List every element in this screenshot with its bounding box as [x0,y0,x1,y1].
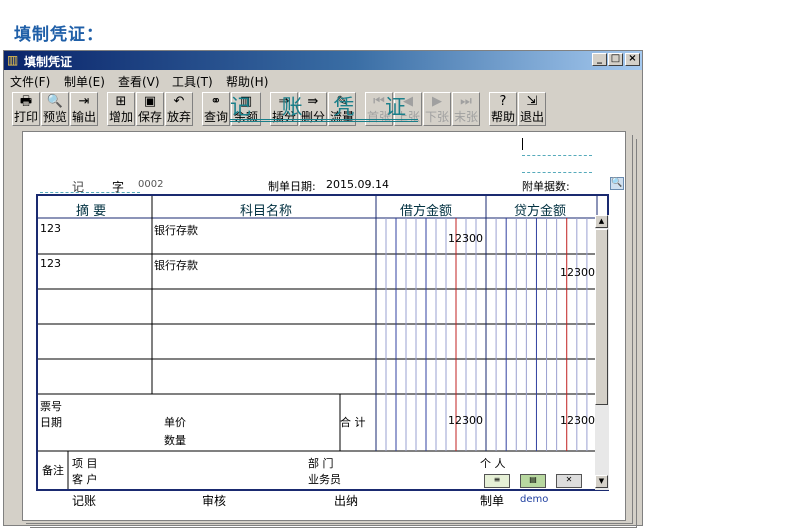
toolbar-label: 放弃 [166,110,191,124]
exit-icon: ⇲ [526,94,538,109]
dept-label: 部 门 [308,457,334,470]
menu-tools[interactable]: 工具(T) [172,73,213,90]
top-right-dashed-line-2 [522,172,592,173]
scroll-down-arrow-icon[interactable]: ▼ [595,475,608,488]
binoculars-icon: ⚭ [210,94,222,109]
toolbar-export-button[interactable]: ⇥ 输出 [70,92,98,126]
total-debit: 12300 [448,414,483,427]
cashier-label: 出纳 [334,494,359,508]
toolbar-label: 保存 [137,110,162,124]
col-debit-header: 借方金额 [400,204,453,219]
maker-label: 制单 [480,494,505,508]
toolbar-next-button[interactable]: ▶ 下张 [423,92,451,126]
minimize-button[interactable]: _ [592,53,607,66]
menu-help[interactable]: 帮助(H) [226,73,268,90]
toolbar-label: 增加 [108,110,133,124]
export-icon: ⇥ [78,94,90,109]
toolbar-label: 末张 [453,110,478,124]
price-label: 单价 [164,416,186,429]
voucher-date[interactable]: 2015.09.14 [326,178,389,191]
attach-label: 附单据数: [522,180,570,193]
customer-label: 客 户 [72,473,98,486]
window-title: 填制凭证 [24,55,73,69]
row1-summary[interactable]: 123 [40,222,61,235]
menu-bar: 文件(F) 制单(E) 查看(V) 工具(T) 帮助(H) [4,71,642,89]
menu-voucher[interactable]: 制单(E) [64,73,105,90]
toolbar-label: 帮助 [490,110,515,124]
title-bar: ▥ 填制凭证 _ □ × [4,51,642,70]
remark-label: 备注 [42,464,64,477]
total-label: 合 计 [340,416,366,429]
toolbar-help-button[interactable]: ? 帮助 [489,92,517,126]
zi-label: 字 [112,180,125,194]
undo-icon: ↶ [173,94,185,109]
toolbar-label: 查询 [203,110,228,124]
col-account-header: 科目名称 [240,204,293,219]
project-label: 项 目 [72,457,98,470]
toolbar-undo-button[interactable]: ↶ 放弃 [165,92,193,126]
col-credit-header: 贷方金额 [514,204,567,219]
row1-debit[interactable]: 12300 [448,232,483,245]
date-label: 制单日期: [268,180,316,193]
total-credit: 12300 [560,414,595,427]
vertical-scrollbar[interactable]: ▲ ▼ [595,215,609,490]
menu-view[interactable]: 查看(V) [118,73,160,90]
help-icon: ? [499,94,507,109]
note-icon[interactable]: ▤ [520,474,546,488]
text-cursor [522,138,523,150]
ticket-label: 票号 [40,400,62,413]
toolbar-binoculars-button[interactable]: ⚭ 查询 [202,92,230,126]
app-icon: ▥ [7,53,19,67]
toolbar-preview-button[interactable]: 🔍 预览 [41,92,69,126]
col-summary-header: 摘 要 [76,204,107,219]
date2-label: 日期 [40,416,62,429]
voucher-grid [36,194,609,491]
toolbar-label: 打印 [13,110,38,124]
row1-account[interactable]: 银行存款 [154,222,198,238]
voucher-type: 记 [72,180,85,194]
scroll-thumb[interactable] [595,229,608,405]
toolbar-save-button[interactable]: ▣ 保存 [136,92,164,126]
add-icon: ⊞ [115,94,127,109]
save-icon: ▣ [143,94,157,109]
bookkeep-label: 记账 [72,494,97,508]
person-label: 个 人 [480,457,506,470]
toolbar-printer-button[interactable]: 🖶 打印 [12,92,40,126]
menu-file[interactable]: 文件(F) [10,73,50,90]
preview-icon: 🔍 [46,94,64,109]
page-heading: 填制凭证： [14,25,104,45]
voucher-title: 记 账 凭 证 [230,95,419,122]
scroll-up-arrow-icon[interactable]: ▲ [595,215,608,228]
toolbar-add-button[interactable]: ⊞ 增加 [107,92,135,126]
maximize-button[interactable]: □ [608,53,623,66]
toolbar-label: 下张 [424,110,449,124]
voucher-number: 0002 [138,179,164,190]
printer-icon: 🖶 [19,94,33,109]
toolbar-label: 退出 [519,110,544,124]
search-icon[interactable]: 🔍 [610,177,624,190]
close-button[interactable]: × [625,53,640,66]
sales-label: 业务员 [308,473,341,486]
qty-label: 数量 [164,434,186,447]
row2-summary[interactable]: 123 [40,257,61,270]
grid-lines [38,196,607,489]
last-icon: ⏭ [460,94,472,109]
toolbar-label: 预览 [42,110,67,124]
tools-icon[interactable]: ✕ [556,474,582,488]
audit-label: 审核 [202,494,227,508]
card-icon[interactable]: ≡ [484,474,510,488]
toolbar-exit-button[interactable]: ⇲ 退出 [518,92,546,126]
toolbar-last-button[interactable]: ⏭ 末张 [452,92,480,126]
row2-account[interactable]: 银行存款 [154,257,198,273]
next-icon: ▶ [432,94,442,109]
toolbar-label: 输出 [71,110,96,124]
row2-credit[interactable]: 12300 [560,266,595,279]
voucher-type-field[interactable] [40,178,140,193]
maker-name: demo [520,494,549,505]
top-right-dashed-line [522,155,592,156]
